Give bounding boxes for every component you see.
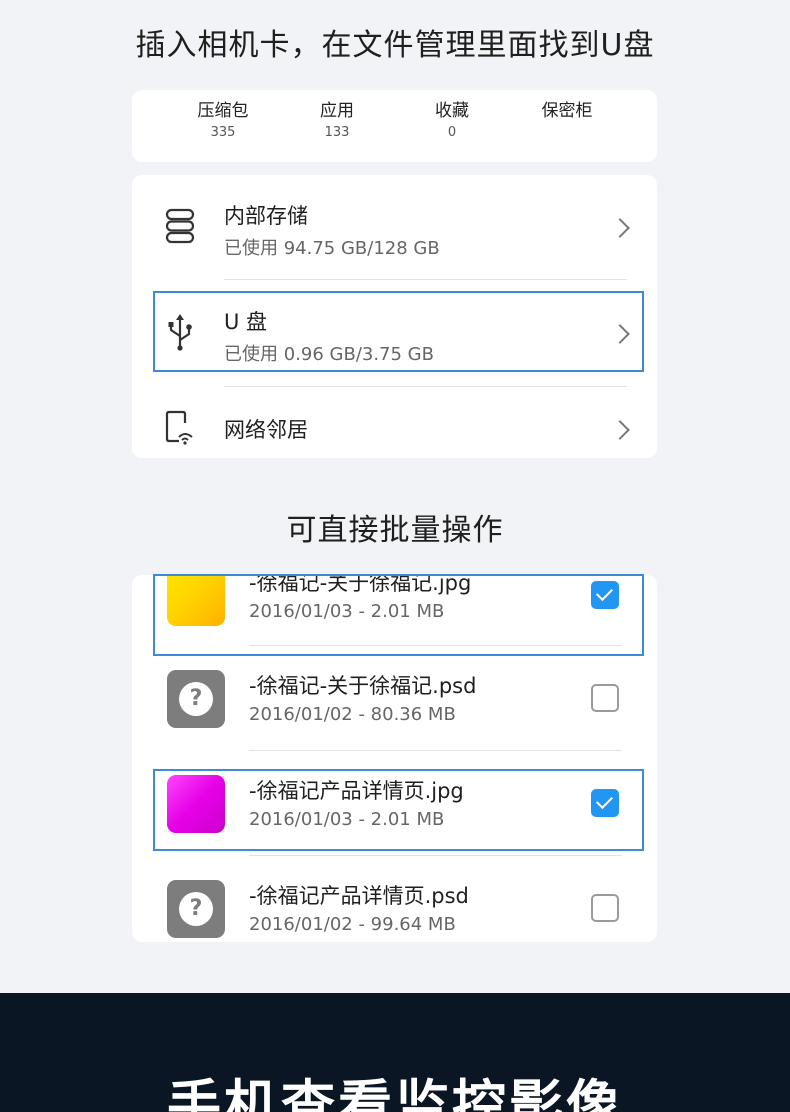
file-name: -徐福记产品详情页.psd bbox=[249, 884, 469, 908]
unknown-file-icon: ? bbox=[167, 880, 225, 938]
storage-title: U 盘 bbox=[224, 310, 268, 334]
file-meta: 2016/01/02 - 80.36 MB bbox=[249, 704, 456, 725]
checkbox-unchecked[interactable] bbox=[591, 894, 619, 922]
storage-internal[interactable]: 内部存储 已使用 94.75 GB/128 GB bbox=[132, 175, 657, 280]
divider bbox=[249, 855, 622, 856]
checkbox-unchecked[interactable] bbox=[591, 684, 619, 712]
checkbox-checked[interactable] bbox=[591, 581, 619, 609]
image-thumbnail bbox=[167, 575, 225, 626]
banner-heading: 手机查看监控影像 bbox=[167, 1074, 623, 1112]
file-meta: 2016/01/02 - 99.64 MB bbox=[249, 914, 456, 935]
category-apps[interactable]: 应用 133 bbox=[287, 96, 387, 140]
divider bbox=[224, 386, 627, 387]
category-favorites[interactable]: 收藏 0 bbox=[402, 96, 502, 140]
category-label: 应用 bbox=[320, 101, 354, 121]
page-title: 插入相机卡，在文件管理里面找到U盘 bbox=[135, 28, 655, 63]
file-list: -徐福记-关于徐福记.jpg 2016/01/03 - 2.01 MB ? -徐… bbox=[132, 575, 657, 942]
file-name: -徐福记-关于徐福记.jpg bbox=[249, 575, 472, 595]
category-count: 133 bbox=[324, 125, 350, 140]
image-thumbnail bbox=[167, 775, 225, 833]
category-label: 保密柜 bbox=[541, 101, 593, 121]
category-label: 收藏 bbox=[435, 101, 469, 121]
chevron-right-icon bbox=[610, 420, 630, 440]
storage-icon bbox=[164, 208, 200, 248]
chevron-right-icon bbox=[610, 218, 630, 238]
list-item[interactable]: ? -徐福记产品详情页.psd 2016/01/02 - 99.64 MB bbox=[132, 870, 657, 942]
file-name: -徐福记-关于徐福记.psd bbox=[249, 674, 477, 698]
divider bbox=[224, 279, 627, 280]
storage-usage: 已使用 0.96 GB/3.75 GB bbox=[224, 344, 434, 365]
unknown-file-icon: ? bbox=[167, 670, 225, 728]
divider bbox=[249, 645, 622, 646]
section-title: 可直接批量操作 bbox=[286, 513, 504, 548]
category-label: 压缩包 bbox=[197, 101, 249, 121]
category-safe[interactable]: 保密柜 bbox=[517, 96, 617, 125]
network-device-icon bbox=[164, 410, 200, 450]
file-meta: 2016/01/03 - 2.01 MB bbox=[249, 601, 445, 622]
category-count: 0 bbox=[447, 125, 457, 140]
file-meta: 2016/01/03 - 2.01 MB bbox=[249, 809, 445, 830]
checkbox-checked[interactable] bbox=[591, 789, 619, 817]
category-bar: 压缩包 335 应用 133 收藏 0 保密柜 bbox=[132, 90, 657, 162]
storage-network[interactable]: 网络邻居 bbox=[132, 400, 657, 458]
category-archives[interactable]: 压缩包 335 bbox=[173, 96, 273, 140]
chevron-right-icon bbox=[610, 324, 630, 344]
file-name: -徐福记产品详情页.jpg bbox=[249, 779, 464, 803]
storage-title: 网络邻居 bbox=[224, 418, 308, 442]
list-item[interactable]: -徐福记-关于徐福记.jpg 2016/01/03 - 2.01 MB bbox=[132, 575, 657, 660]
storage-list: 内部存储 已使用 94.75 GB/128 GB U 盘 已使用 0.96 GB… bbox=[132, 175, 657, 458]
bottom-banner: 手机查看监控影像 bbox=[0, 993, 790, 1112]
category-count: 335 bbox=[210, 125, 236, 140]
usb-icon bbox=[164, 312, 200, 352]
divider bbox=[249, 750, 622, 751]
storage-title: 内部存储 bbox=[224, 204, 308, 228]
storage-usage: 已使用 94.75 GB/128 GB bbox=[224, 238, 440, 259]
storage-usb[interactable]: U 盘 已使用 0.96 GB/3.75 GB bbox=[132, 292, 657, 372]
